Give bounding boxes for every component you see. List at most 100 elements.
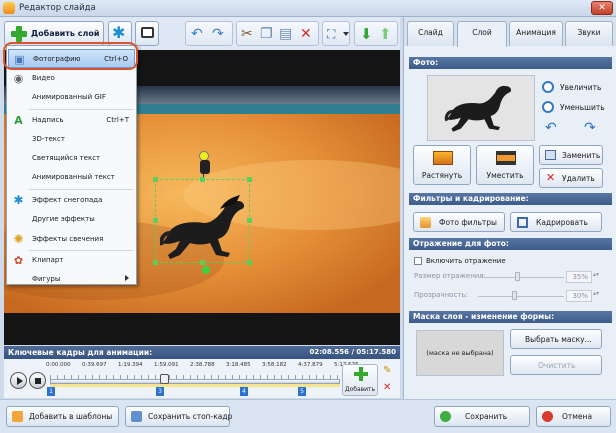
- spin-arrows-icon[interactable]: ▴▾: [593, 271, 599, 278]
- zoom-in-icon: [542, 81, 554, 93]
- horse-thumbnail-image: [444, 85, 512, 132]
- menu-item-glow-effects[interactable]: ✺ Эффекты свечения: [8, 230, 135, 249]
- clear-mask-button[interactable]: Очистить: [510, 355, 602, 375]
- plus-icon: [354, 367, 368, 381]
- reflection-size-label: Размер отражения:: [414, 272, 486, 280]
- resize-handle[interactable]: [247, 177, 252, 182]
- menu-item-label: Эффекты свечения: [32, 235, 104, 243]
- transparency-slider[interactable]: [512, 291, 517, 300]
- canvas-resize-grip[interactable]: [375, 300, 395, 316]
- mask-section-header: Маска слоя - изменение формы:: [409, 311, 612, 323]
- keyframes-title: Ключевые кадры для анимации:: [8, 348, 153, 357]
- cancel-button[interactable]: Отмена: [536, 406, 611, 427]
- paste-icon[interactable]: ▤: [279, 26, 292, 42]
- reflection-size-field[interactable]: 35%: [566, 271, 592, 283]
- reflection-size-track: [478, 277, 564, 278]
- resize-handle[interactable]: [153, 218, 158, 223]
- zoom-out-label: Уменьшить: [560, 103, 605, 112]
- window-close-button[interactable]: ✕: [591, 1, 613, 15]
- snowflake-icon: ✱: [13, 193, 24, 207]
- timeline-playhead[interactable]: [160, 374, 169, 384]
- menu-item-animated-text[interactable]: Анимированный текст: [8, 168, 135, 187]
- menu-item-glow-text[interactable]: Светящийся текст: [8, 149, 135, 168]
- redo-icon[interactable]: ↷: [212, 26, 224, 42]
- menu-item-3d-text[interactable]: 3D-текст: [8, 130, 135, 149]
- add-to-templates-button[interactable]: Добавить в шаблоны: [6, 406, 119, 427]
- choose-mask-button[interactable]: Выбрать маску...: [510, 329, 602, 349]
- motion-path-end-handle[interactable]: [202, 266, 210, 274]
- delete-label: Удалить: [562, 174, 595, 183]
- menu-item-shapes[interactable]: Фигуры: [8, 270, 135, 289]
- add-keyframe-label: Добавить: [344, 386, 376, 393]
- delete-icon: ✕: [546, 171, 556, 184]
- app-icon: [3, 2, 15, 14]
- enable-reflection-checkbox[interactable]: [414, 257, 422, 265]
- delete-icon[interactable]: ✕: [300, 26, 312, 42]
- rotate-right-icon[interactable]: ↷: [584, 120, 596, 136]
- keyframe-marker[interactable]: 5: [298, 387, 306, 396]
- stop-button[interactable]: [29, 372, 46, 389]
- reflection-size-slider[interactable]: [515, 272, 520, 281]
- clear-mask-label: Очистить: [538, 361, 576, 370]
- delete-photo-button[interactable]: ✕ Удалить: [539, 168, 603, 188]
- keyframe-marker[interactable]: 3: [156, 387, 164, 396]
- tab-slide[interactable]: Слайд: [407, 21, 454, 46]
- chevron-down-icon[interactable]: [343, 32, 349, 36]
- timeline-track[interactable]: [50, 379, 340, 384]
- tick-label: 2:38.788: [190, 362, 215, 368]
- add-keyframe-button[interactable]: Добавить: [342, 364, 378, 396]
- menu-item-animated-gif[interactable]: Анимированный GIF: [8, 88, 135, 107]
- edit-keyframe-icon[interactable]: ✎: [383, 365, 391, 376]
- undo-icon[interactable]: ↶: [191, 26, 203, 42]
- video-icon: ◉: [13, 72, 24, 85]
- choose-mask-label: Выбрать маску...: [525, 335, 592, 344]
- arrow-up-icon[interactable]: ⬆: [379, 26, 392, 42]
- stretch-button[interactable]: Растянуть: [413, 145, 471, 185]
- slides-button[interactable]: [135, 21, 159, 46]
- tab-animation[interactable]: Анимация: [509, 21, 563, 46]
- tab-layer[interactable]: Слой: [457, 21, 507, 47]
- replace-icon: [545, 150, 556, 160]
- clipart-icon: ✿: [13, 254, 24, 267]
- cut-icon[interactable]: ✂: [241, 26, 253, 42]
- menu-item-clipart[interactable]: ✿ Клипарт: [8, 251, 135, 270]
- zoom-out-icon: [542, 101, 554, 113]
- menu-item-video[interactable]: ◉ Видео: [8, 69, 135, 88]
- menu-item-other-effects[interactable]: Другие эффекты: [8, 210, 135, 229]
- save-button[interactable]: Сохранить: [434, 406, 530, 427]
- spin-arrows-icon[interactable]: ▴▾: [593, 290, 599, 297]
- highlight-annotation-ring: [3, 42, 138, 70]
- resize-handle[interactable]: [200, 177, 205, 182]
- crop-button[interactable]: Кадрировать: [510, 212, 602, 232]
- menu-item-snowfall[interactable]: ✱ Эффект снегопада: [8, 191, 135, 210]
- fit-screen-icon[interactable]: ⛶: [327, 26, 335, 42]
- photo-filters-button[interactable]: Фото фильтры: [413, 212, 505, 232]
- copy-icon[interactable]: ❐: [260, 26, 273, 42]
- tab-sounds[interactable]: Звуки: [565, 21, 613, 46]
- photo-filters-label: Фото фильтры: [439, 218, 497, 227]
- resize-handle[interactable]: [153, 177, 158, 182]
- resize-handle[interactable]: [153, 260, 158, 265]
- replace-button[interactable]: Заменить: [539, 145, 603, 165]
- keyframe-marker[interactable]: 4: [240, 387, 248, 396]
- fit-group: ⛶: [322, 21, 350, 46]
- submenu-arrow-icon: [125, 275, 129, 281]
- rotate-left-icon[interactable]: ↶: [545, 120, 557, 136]
- fit-button[interactable]: Уместить: [476, 145, 534, 185]
- save-still-frame-button[interactable]: Сохранить стоп-кадр: [125, 406, 232, 427]
- delete-keyframe-icon[interactable]: ✕: [383, 382, 391, 393]
- layer-order-group: ⬇ ⬆: [354, 21, 398, 46]
- fit-icon: [496, 151, 516, 165]
- edit-group: ✂ ❐ ▤ ✕: [236, 21, 319, 46]
- play-button[interactable]: [10, 372, 27, 389]
- keyframe-marker[interactable]: 1: [47, 387, 55, 396]
- tick-label: 0:39.697: [82, 362, 107, 368]
- mask-preview: (маска не выбрана): [416, 330, 504, 376]
- arrow-down-icon[interactable]: ⬇: [360, 26, 373, 42]
- transparency-field[interactable]: 30%: [566, 290, 592, 302]
- undo-redo-group: ↶ ↷: [185, 21, 233, 46]
- small-horse-thumbnail: [200, 160, 210, 174]
- add-layer-label: Добавить слой: [31, 29, 100, 38]
- menu-item-caption[interactable]: A Надпись Ctrl+T: [8, 111, 135, 130]
- add-layer-menu: ▣ Фотографию Ctrl+O ◉ Видео Анимированны…: [6, 45, 137, 285]
